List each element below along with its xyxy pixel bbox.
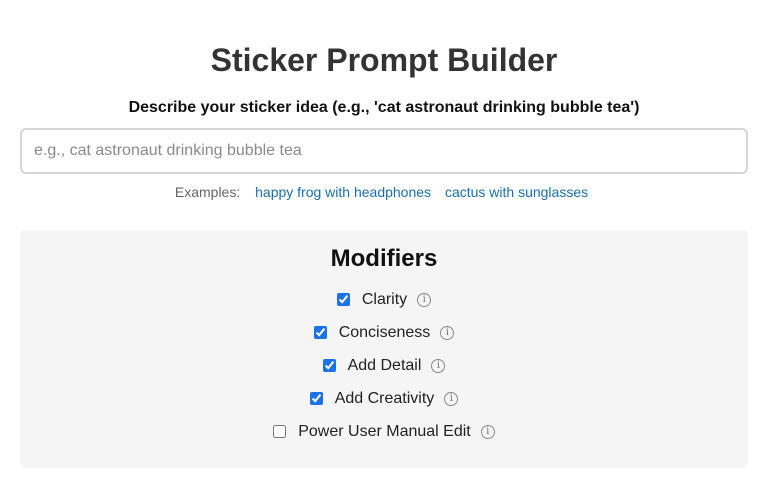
page-title: Sticker Prompt Builder: [210, 42, 558, 78]
modifiers-title: Modifiers: [330, 245, 438, 272]
examples-row: Examples: happy frog with headphones cac…: [0, 183, 768, 201]
modifier-conciseness: Conciseness i: [20, 316, 748, 349]
modifier-list: Clarity i Conciseness i Add Detail i Add…: [20, 283, 748, 448]
info-icon[interactable]: i: [440, 325, 455, 340]
modifier-label[interactable]: Add Creativity: [335, 389, 435, 409]
modifier-power-user-manual-edit: Power User Manual Edit i: [20, 415, 748, 448]
modifier-label[interactable]: Clarity: [362, 290, 407, 310]
modifier-label[interactable]: Conciseness: [339, 323, 431, 343]
modifiers-panel: Modifiers Clarity i Conciseness i Add De…: [20, 230, 748, 468]
examples-label: Examples:: [174, 184, 241, 200]
info-icon[interactable]: i: [431, 358, 446, 373]
modifier-clarity: Clarity i: [20, 283, 748, 316]
info-icon[interactable]: i: [480, 424, 495, 439]
modifier-label[interactable]: Add Detail: [348, 356, 422, 376]
example-link-cactus[interactable]: cactus with sunglasses: [445, 184, 588, 200]
modifier-add-detail: Add Detail i: [20, 349, 748, 382]
prompt-label: Describe your sticker idea (e.g., 'cat a…: [128, 99, 640, 116]
conciseness-checkbox[interactable]: [313, 326, 327, 339]
info-icon[interactable]: i: [444, 391, 459, 406]
power-user-manual-edit-checkbox[interactable]: [273, 425, 287, 438]
modifier-label[interactable]: Power User Manual Edit: [298, 422, 471, 442]
add-creativity-checkbox[interactable]: [309, 392, 323, 405]
modifier-add-creativity: Add Creativity i: [20, 382, 748, 415]
sticker-prompt-builder-page: Sticker Prompt Builder Describe your sti…: [0, 0, 768, 480]
add-detail-checkbox[interactable]: [322, 359, 336, 372]
sticker-idea-input[interactable]: [20, 128, 748, 174]
info-icon[interactable]: i: [417, 292, 432, 307]
example-link-happy-frog[interactable]: happy frog with headphones: [255, 184, 431, 200]
clarity-checkbox[interactable]: [336, 293, 350, 306]
